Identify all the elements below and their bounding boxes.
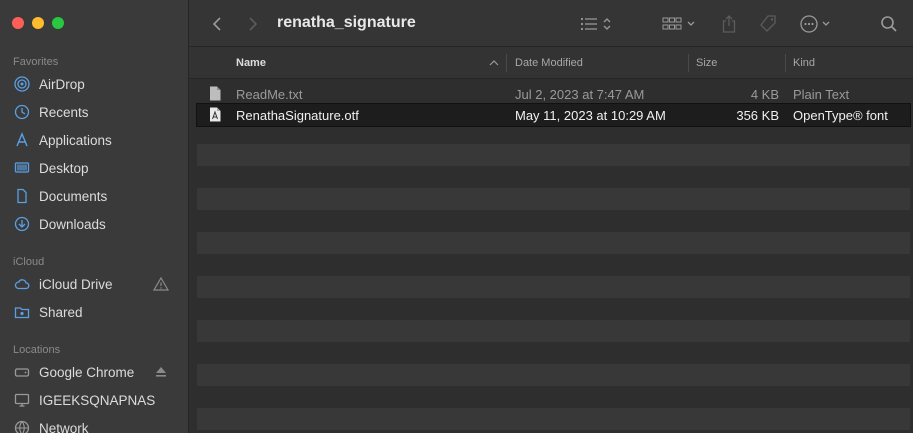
view-options-button[interactable] — [579, 12, 619, 36]
drive-icon — [14, 364, 30, 380]
file-size: 356 KB — [736, 108, 779, 123]
empty-row — [197, 232, 910, 254]
table-row[interactable]: ReadMe.txt Jul 2, 2023 at 7:47 AM 4 KB P… — [197, 83, 910, 105]
sidebar-item-network[interactable]: Network — [0, 416, 188, 433]
text-file-icon — [210, 86, 221, 101]
monitor-icon — [14, 392, 30, 408]
window-controls — [12, 17, 64, 29]
chevron-right-icon — [249, 17, 258, 31]
sidebar-item-igeeksqnapnas[interactable]: IGEEKSQNAPNAS — [0, 388, 188, 412]
back-button[interactable] — [209, 12, 225, 36]
tag-icon — [760, 15, 776, 32]
column-divider[interactable] — [785, 54, 786, 72]
sidebar-item-downloads[interactable]: Downloads — [0, 212, 188, 236]
main-pane: renatha_signature Name Date Modified Siz… — [189, 0, 913, 433]
sidebar-item-label: Applications — [39, 132, 112, 148]
desktop-icon — [14, 160, 30, 176]
empty-row — [197, 188, 910, 210]
sidebar-item-shared[interactable]: Shared — [0, 300, 188, 324]
airdrop-icon — [14, 76, 30, 92]
share-button[interactable] — [719, 12, 739, 36]
sidebar-item-label: Google Chrome — [39, 364, 135, 380]
sidebar-item-google-chrome[interactable]: Google Chrome — [0, 360, 188, 384]
eject-icon[interactable] — [153, 364, 169, 380]
file-date: Jul 2, 2023 at 7:47 AM — [515, 87, 645, 102]
sidebar-item-label: Documents — [39, 188, 108, 204]
sidebar: Favorites AirDrop Recents Applications D… — [0, 0, 189, 433]
sidebar-item-recents[interactable]: Recents — [0, 100, 188, 124]
column-kind[interactable]: Kind — [793, 57, 815, 69]
action-button[interactable] — [799, 12, 839, 36]
sort-ascending-icon[interactable] — [489, 59, 499, 67]
file-kind: OpenType® font — [793, 108, 888, 123]
window-title: renatha_signature — [277, 14, 416, 31]
warning-icon[interactable] — [153, 276, 169, 292]
sidebar-item-desktop[interactable]: Desktop — [0, 156, 188, 180]
download-icon — [14, 216, 30, 232]
table-row-selected[interactable]: RenathaSignature.otf May 11, 2023 at 10:… — [196, 103, 911, 127]
font-file-icon — [210, 107, 221, 122]
tags-button[interactable] — [757, 12, 779, 36]
ellipsis-circle-icon — [800, 15, 830, 33]
search-button[interactable] — [879, 12, 899, 36]
cloud-icon — [14, 276, 30, 292]
maximize-button[interactable] — [52, 17, 64, 29]
group-button[interactable] — [662, 12, 702, 36]
file-size: 4 KB — [750, 87, 779, 102]
file-kind: Plain Text — [793, 87, 850, 102]
file-date: May 11, 2023 at 10:29 AM — [515, 108, 666, 123]
column-divider[interactable] — [506, 54, 507, 72]
section-title-icloud: iCloud — [13, 256, 45, 268]
column-header: Name Date Modified Size Kind — [189, 47, 913, 79]
sidebar-item-label: Network — [39, 420, 89, 433]
list-view-icon — [580, 17, 611, 31]
empty-row — [197, 144, 910, 166]
sidebar-item-label: Downloads — [39, 216, 106, 232]
sidebar-item-documents[interactable]: Documents — [0, 184, 188, 208]
globe-icon — [14, 420, 30, 433]
sidebar-item-label: Recents — [39, 104, 89, 120]
search-icon — [881, 16, 897, 32]
empty-row — [197, 320, 910, 342]
empty-row — [197, 276, 910, 298]
shared-folder-icon — [14, 304, 30, 320]
sidebar-item-applications[interactable]: Applications — [0, 128, 188, 152]
grid-icon — [662, 17, 695, 30]
empty-row — [197, 364, 910, 386]
column-size[interactable]: Size — [696, 57, 717, 69]
column-name[interactable]: Name — [236, 57, 266, 69]
clock-icon — [14, 104, 30, 120]
section-title-locations: Locations — [13, 344, 61, 356]
sidebar-item-label: IGEEKSQNAPNAS — [39, 392, 156, 408]
toolbar: renatha_signature — [189, 0, 913, 47]
finder-window: Favorites AirDrop Recents Applications D… — [0, 0, 913, 433]
sidebar-item-label: iCloud Drive — [39, 276, 113, 292]
share-icon — [722, 15, 736, 33]
close-button[interactable] — [12, 17, 24, 29]
column-divider[interactable] — [688, 54, 689, 72]
sidebar-item-icloud-drive[interactable]: iCloud Drive — [0, 272, 188, 296]
file-name: ReadMe.txt — [236, 87, 303, 102]
column-date-modified[interactable]: Date Modified — [515, 57, 583, 69]
empty-row — [197, 408, 910, 430]
document-icon — [14, 188, 30, 204]
applications-icon — [14, 132, 30, 148]
minimize-button[interactable] — [32, 17, 44, 29]
chevron-left-icon — [212, 17, 221, 31]
file-name: RenathaSignature.otf — [236, 108, 359, 123]
sidebar-item-label: Desktop — [39, 160, 89, 176]
sidebar-item-label: AirDrop — [39, 76, 85, 92]
sidebar-item-airdrop[interactable]: AirDrop — [0, 72, 188, 96]
sidebar-item-label: Shared — [39, 304, 83, 320]
forward-button[interactable] — [245, 12, 261, 36]
section-title-favorites: Favorites — [13, 56, 59, 68]
